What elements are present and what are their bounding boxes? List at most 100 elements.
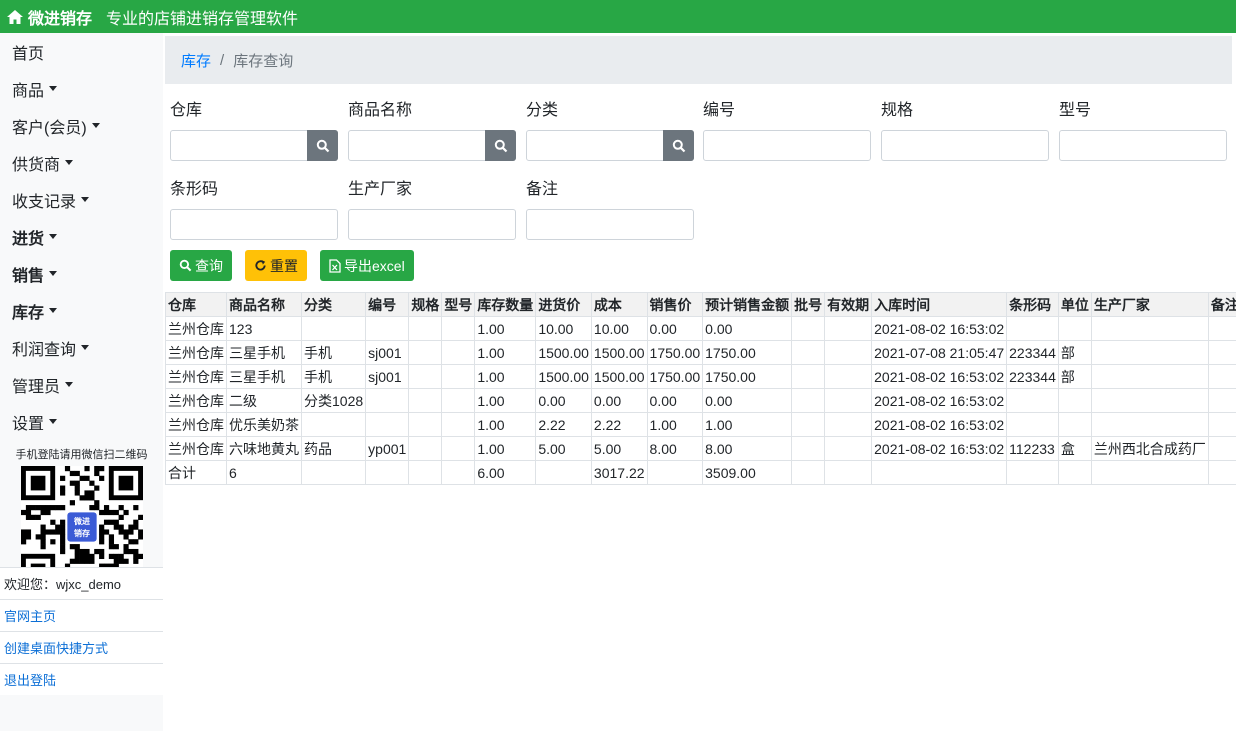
table-cell: 0.00 — [646, 388, 704, 413]
warehouse-input[interactable] — [170, 130, 338, 161]
column-header[interactable]: 成本 — [590, 292, 648, 317]
qr-label: 手机登陆请用微信扫二维码 — [15, 449, 148, 461]
column-header[interactable]: 单位 — [1057, 292, 1092, 317]
export-excel-button[interactable]: 导出excel — [320, 250, 414, 281]
sidebar-item-2[interactable]: 客户(会员) — [0, 107, 163, 144]
table-cell — [1090, 316, 1209, 341]
spec-input[interactable] — [881, 130, 1049, 161]
sidebar-item-6[interactable]: 销售 — [0, 255, 163, 292]
column-header[interactable]: 预计销售金额 — [702, 292, 793, 317]
table-cell — [824, 340, 873, 365]
label-remark: 备注 — [526, 181, 559, 198]
sidebar-item-label: 首页 — [12, 45, 45, 63]
column-header[interactable]: 规格 — [408, 292, 443, 317]
column-header[interactable]: 有效期 — [824, 292, 873, 317]
sidebar-item-9[interactable]: 管理员 — [0, 366, 163, 403]
table-cell: 2021-08-02 16:53:02 — [871, 316, 1008, 341]
label-product-name: 商品名称 — [348, 102, 413, 119]
link-official-site[interactable]: 官网主页 — [0, 599, 163, 631]
column-header[interactable]: 进货价 — [535, 292, 592, 317]
table-cell: 兰州仓库 — [165, 340, 227, 365]
column-header[interactable]: 编号 — [365, 292, 410, 317]
table-cell: 1500.00 — [535, 340, 592, 365]
table-cell — [408, 388, 443, 413]
column-header[interactable]: 型号 — [441, 292, 476, 317]
table-cell — [1207, 364, 1236, 389]
table-cell: 1.00 — [474, 388, 537, 413]
remark-input[interactable] — [526, 209, 694, 240]
table-cell — [1090, 412, 1209, 437]
product-name-input[interactable] — [348, 130, 516, 161]
column-header[interactable]: 商品名称 — [226, 292, 302, 317]
column-header[interactable]: 条形码 — [1006, 292, 1059, 317]
caret-down-icon — [49, 86, 58, 91]
column-header[interactable]: 批号 — [791, 292, 826, 317]
table-cell: 2.22 — [590, 412, 648, 437]
table-cell: 223344 — [1006, 340, 1059, 365]
sidebar-item-10[interactable]: 设置 — [0, 403, 163, 440]
caret-down-icon — [65, 382, 74, 387]
column-header[interactable]: 入库时间 — [871, 292, 1008, 317]
refresh-icon — [254, 259, 267, 272]
category-search-button[interactable] — [663, 130, 694, 161]
filter-code: 编号 — [703, 96, 871, 161]
table-cell: 二级 — [226, 388, 302, 413]
table-cell — [646, 460, 704, 485]
column-header[interactable]: 仓库 — [165, 292, 227, 317]
column-header[interactable]: 分类 — [300, 292, 367, 317]
brand-slogan: 专业的店铺进销存管理软件 — [106, 10, 299, 28]
column-header[interactable]: 库存数量 — [474, 292, 537, 317]
filter-warehouse: 仓库 — [170, 96, 338, 161]
table-cell — [824, 316, 873, 341]
warehouse-search-button[interactable] — [307, 130, 338, 161]
table-cell — [824, 436, 873, 461]
table-cell: 5.00 — [590, 436, 648, 461]
link-create-shortcut[interactable]: 创建桌面快捷方式 — [0, 631, 163, 663]
table-cell — [408, 412, 443, 437]
table-cell: 10.00 — [590, 316, 648, 341]
sidebar-item-5[interactable]: 进货 — [0, 218, 163, 255]
sidebar-nav: 首页商品 客户(会员) 供货商收支记录 进货销售库存 利润查询 管理员 设置 — [0, 33, 163, 440]
table-cell: 2021-08-02 16:53:02 — [871, 436, 1008, 461]
table-cell: 部 — [1057, 340, 1092, 365]
breadcrumb-inventory[interactable]: 库存 — [181, 50, 211, 71]
table-cell: 1.00 — [474, 412, 537, 437]
filter-spec: 规格 — [881, 96, 1049, 161]
table-cell: 0.00 — [535, 388, 592, 413]
sidebar-item-8[interactable]: 利润查询 — [0, 329, 163, 366]
brand-name[interactable]: 微进销存 — [28, 5, 92, 29]
table-cell — [1006, 412, 1059, 437]
table-cell — [1057, 460, 1092, 485]
manufacturer-input[interactable] — [348, 209, 516, 240]
table-cell — [1090, 460, 1209, 485]
table-cell: yp001 — [365, 436, 410, 461]
filter-model: 型号 — [1059, 96, 1227, 161]
sidebar-item-label: 销售 — [12, 267, 45, 285]
reset-button[interactable]: 重置 — [245, 250, 307, 281]
column-header[interactable]: 备注 — [1207, 292, 1236, 317]
column-header[interactable]: 生产厂家 — [1090, 292, 1209, 317]
model-input[interactable] — [1059, 130, 1227, 161]
table-cell — [1090, 340, 1209, 365]
sidebar-item-0[interactable]: 首页 — [0, 33, 163, 70]
table-cell — [441, 460, 476, 485]
category-input[interactable] — [526, 130, 694, 161]
link-logout[interactable]: 退出登陆 — [0, 663, 163, 695]
table-cell — [1207, 388, 1236, 413]
sidebar-item-label: 供货商 — [12, 156, 61, 174]
sidebar-item-4[interactable]: 收支记录 — [0, 181, 163, 218]
table-cell: 2021-08-02 16:53:02 — [871, 364, 1008, 389]
home-icon[interactable] — [6, 9, 24, 25]
code-input[interactable] — [703, 130, 871, 161]
column-header[interactable]: 销售价 — [646, 292, 704, 317]
table-cell — [408, 340, 443, 365]
table-cell — [408, 364, 443, 389]
sidebar-item-3[interactable]: 供货商 — [0, 144, 163, 181]
table-cell: 1.00 — [474, 364, 537, 389]
sidebar-item-1[interactable]: 商品 — [0, 70, 163, 107]
table-cell — [791, 436, 826, 461]
product-search-button[interactable] — [485, 130, 516, 161]
query-button[interactable]: 查询 — [170, 250, 232, 281]
barcode-input[interactable] — [170, 209, 338, 240]
sidebar-item-7[interactable]: 库存 — [0, 292, 163, 329]
